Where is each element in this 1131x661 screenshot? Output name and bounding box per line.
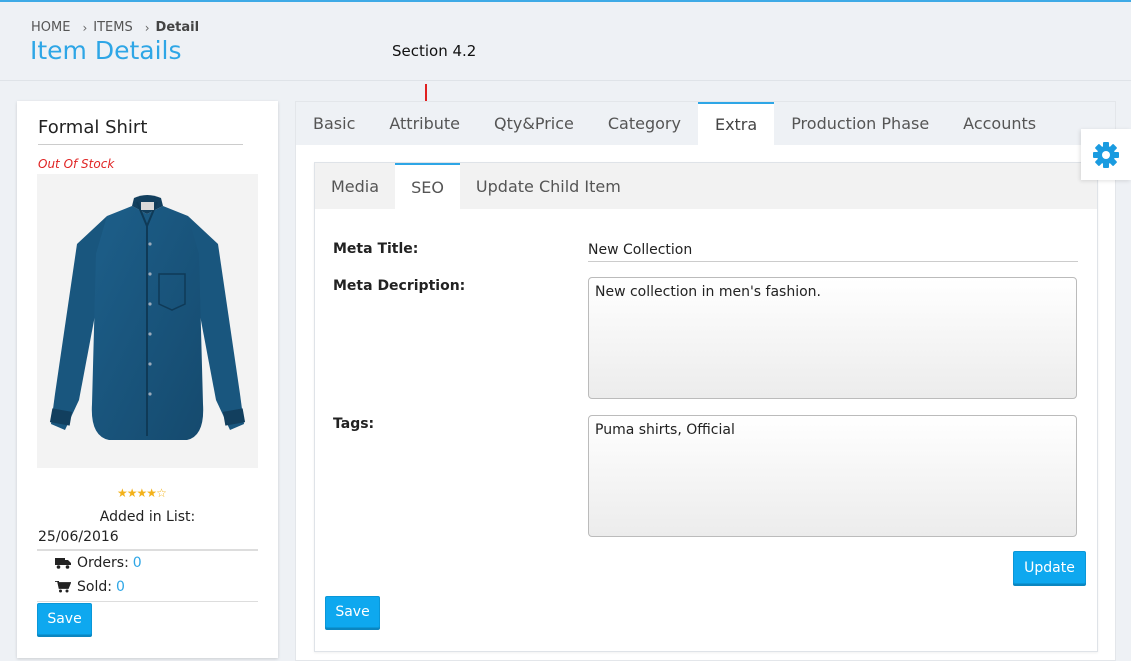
added-date: 25/06/2016 xyxy=(38,529,119,545)
page-header: HOME › ITEMS › Detail Item Details xyxy=(0,2,1131,81)
settings-button[interactable] xyxy=(1081,129,1131,180)
truck-icon xyxy=(55,557,71,569)
sold-row: Sold: 0 xyxy=(55,579,125,595)
divider xyxy=(37,601,258,602)
breadcrumb: HOME › ITEMS › Detail xyxy=(31,20,199,35)
stock-status: Out Of Stock xyxy=(38,157,115,171)
breadcrumb-home[interactable]: HOME xyxy=(31,20,70,35)
star-filled-icon: ★ xyxy=(136,486,148,500)
sold-label: Sold: xyxy=(77,579,112,595)
added-in-list-label: Added in List: xyxy=(99,509,196,525)
chevron-right-icon: › xyxy=(144,20,150,35)
product-image xyxy=(37,174,258,468)
product-save-button[interactable]: Save xyxy=(37,603,92,635)
subtab-seo[interactable]: SEO xyxy=(395,163,460,209)
sub-tabs: Media SEO Update Child Item xyxy=(315,163,1097,209)
item-details-panel: Basic Attribute Qty&Price Category Extra… xyxy=(295,101,1116,661)
page-title: Item Details xyxy=(30,36,182,65)
tab-category[interactable]: Category xyxy=(591,102,698,145)
tab-production-phase[interactable]: Production Phase xyxy=(774,102,946,145)
star-filled-icon: ★ xyxy=(146,486,157,500)
star-empty-icon: ☆ xyxy=(156,486,167,500)
meta-title-input[interactable] xyxy=(588,238,1078,262)
section-annotation: Section 4.2 xyxy=(392,42,477,60)
product-name: Formal Shirt xyxy=(38,117,243,145)
main-tabs: Basic Attribute Qty&Price Category Extra… xyxy=(296,102,1115,145)
tab-qty-price[interactable]: Qty&Price xyxy=(477,102,591,145)
divider xyxy=(37,549,258,551)
extra-tab-content: Media SEO Update Child Item Meta Title: … xyxy=(314,162,1098,652)
tab-basic[interactable]: Basic xyxy=(296,102,372,145)
tab-extra[interactable]: Extra xyxy=(697,102,775,145)
tab-attribute[interactable]: Attribute xyxy=(372,102,477,145)
subtab-media[interactable]: Media xyxy=(315,163,395,209)
product-card: Formal Shirt Out Of Stock ★★★★☆ Added in… xyxy=(17,101,278,658)
breadcrumb-items[interactable]: ITEMS xyxy=(93,20,132,35)
tab-accounts[interactable]: Accounts xyxy=(946,102,1053,145)
star-filled-icon: ★ xyxy=(126,486,138,500)
seo-save-button[interactable]: Save xyxy=(325,596,380,628)
chevron-right-icon: › xyxy=(82,20,88,35)
breadcrumb-detail: Detail xyxy=(155,20,200,35)
tags-textarea[interactable] xyxy=(588,415,1077,537)
orders-label: Orders: xyxy=(77,555,129,571)
meta-title-label: Meta Title: xyxy=(333,241,419,257)
shirt-illustration xyxy=(49,195,246,440)
sold-value[interactable]: 0 xyxy=(116,579,125,595)
orders-value[interactable]: 0 xyxy=(133,555,142,571)
cart-icon xyxy=(55,581,71,593)
meta-description-textarea[interactable] xyxy=(588,277,1077,399)
orders-row: Orders: 0 xyxy=(55,555,142,571)
tags-label: Tags: xyxy=(333,416,375,432)
rating-stars: ★★★★☆ xyxy=(117,486,167,500)
subtab-update-child-item[interactable]: Update Child Item xyxy=(460,163,637,209)
update-button[interactable]: Update xyxy=(1013,551,1086,584)
meta-description-label: Meta Decription: xyxy=(333,278,466,294)
gear-icon xyxy=(1093,141,1119,168)
star-filled-icon: ★ xyxy=(117,486,128,500)
